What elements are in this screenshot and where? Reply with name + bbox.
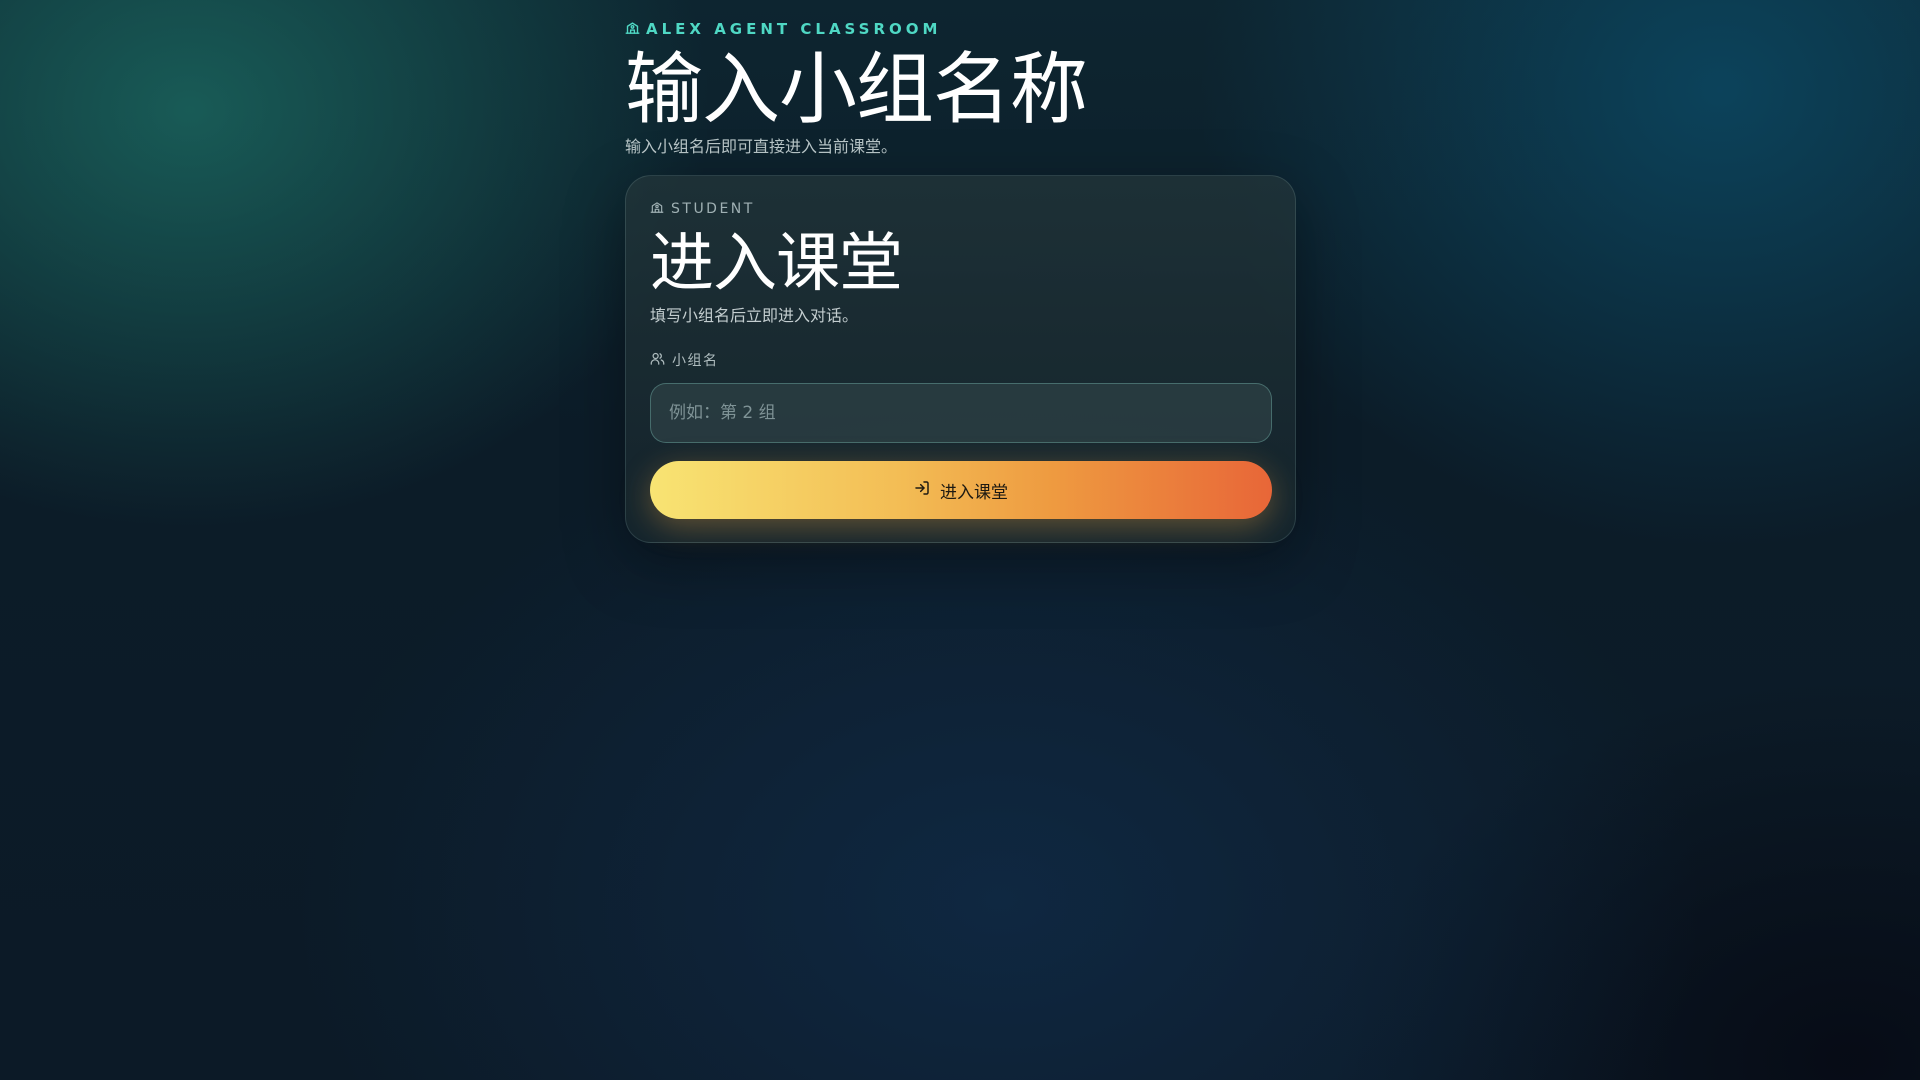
card-eyebrow: STUDENT bbox=[650, 200, 755, 218]
page: ALEX AGENT CLASSROOM 输入小组名称 输入小组名后即可直接进入… bbox=[625, 18, 1296, 543]
card-subtitle: 填写小组名后立即进入对话。 bbox=[650, 306, 859, 325]
card-title: 进入课堂 bbox=[650, 227, 903, 301]
page-title: 输入小组名称 bbox=[625, 45, 1088, 135]
page-subtitle: 输入小组名后即可直接进入当前课堂。 bbox=[625, 137, 898, 156]
school-icon bbox=[625, 20, 640, 39]
brand: ALEX AGENT CLASSROOM bbox=[625, 18, 1296, 40]
enter-classroom-button[interactable]: 进入课堂 bbox=[650, 461, 1272, 519]
join-card: STUDENT 进入课堂 填写小组名后立即进入对话。 小组名 例如：第 2 组 … bbox=[625, 175, 1296, 543]
group-name-input[interactable] bbox=[650, 383, 1272, 443]
log-in-icon bbox=[914, 480, 930, 501]
card-eyebrow-label: STUDENT bbox=[671, 201, 755, 217]
users-icon bbox=[650, 351, 665, 370]
enter-classroom-button-label: 进入课堂 bbox=[940, 482, 1008, 503]
group-name-label: 小组名 bbox=[650, 350, 719, 370]
school-icon bbox=[650, 200, 664, 218]
group-name-label-text: 小组名 bbox=[672, 353, 719, 369]
brand-name: ALEX AGENT CLASSROOM bbox=[646, 20, 942, 38]
